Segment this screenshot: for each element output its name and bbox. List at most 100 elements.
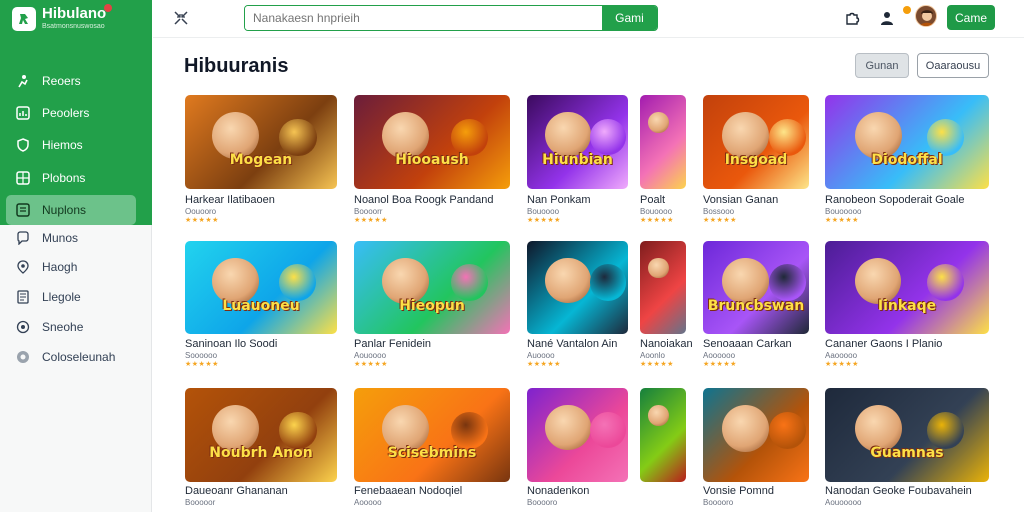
game-art-title: Bruncbswan — [707, 297, 805, 314]
game-thumbnail[interactable]: Mogean — [185, 95, 337, 189]
game-title[interactable]: Saninoan Ilo Soodi — [185, 338, 277, 350]
shield-icon — [16, 138, 30, 152]
game-thumbnail[interactable] — [527, 241, 628, 334]
game-title[interactable]: Cananer Gaons I Planio — [825, 338, 942, 350]
game-character-art — [545, 111, 591, 158]
game-character-art — [768, 118, 807, 157]
user-button[interactable] — [877, 8, 897, 28]
game-art-title: Hiooaush — [395, 152, 469, 169]
game-character-art — [450, 264, 488, 302]
game-art-title: Scisebmins — [387, 445, 477, 462]
game-title[interactable]: Panlar Fenidein — [354, 338, 431, 350]
sidebar-item-plobons[interactable]: Plobons — [6, 163, 136, 193]
game-title[interactable]: Ranobeon Sopoderait Goale — [825, 194, 964, 206]
pin-icon — [16, 260, 30, 274]
game-thumbnail[interactable]: Hiunbian — [527, 95, 628, 189]
game-thumbnail[interactable]: Hiooaush — [354, 95, 510, 189]
puzzle-button[interactable] — [842, 8, 862, 28]
game-thumbnail[interactable]: Hieopun — [354, 241, 510, 334]
game-title[interactable]: Nonadenkon — [527, 485, 589, 497]
game-thumbnail[interactable]: Diodoffal — [825, 95, 989, 189]
game-title[interactable]: Nanoiakan — [640, 338, 693, 350]
game-title[interactable]: Vonsian Ganan — [703, 194, 778, 206]
search-bar: Gami — [244, 5, 658, 31]
game-rating: ★★★★★ — [185, 361, 219, 368]
game-thumbnail[interactable] — [703, 388, 809, 482]
sidebar-item-label: Sneohe — [42, 320, 84, 334]
game-meta: Aoooooo — [703, 351, 736, 360]
game-thumbnail[interactable]: Luauoneu — [185, 241, 337, 334]
sidebar-item-label: Peoolers — [42, 106, 90, 120]
chat-icon — [16, 231, 30, 245]
game-character-art — [648, 404, 669, 426]
sidebar-item-nuplons[interactable]: Nuplons — [6, 195, 136, 225]
game-title[interactable]: Noanol Boa Roogk Pandand — [354, 194, 493, 206]
game-title[interactable]: Vonsie Pomnd — [703, 485, 774, 497]
game-rating: ★★★★★ — [354, 361, 388, 368]
game-thumbnail[interactable] — [640, 95, 686, 189]
game-title[interactable]: Nan Ponkam — [527, 194, 591, 206]
collapse-menu-button[interactable] — [171, 8, 191, 28]
game-meta: Booooor — [185, 498, 216, 507]
app-root: Hibulano Bsatmonsnuswosao Reoers Peooler… — [0, 0, 1024, 512]
game-art-title: Noubrh Anon — [209, 445, 313, 462]
user-icon — [881, 12, 893, 25]
game-art-title: Hiunbian — [542, 152, 613, 169]
game-meta: Aouooooo — [825, 498, 862, 507]
sidebar-item-label: Hiemos — [42, 138, 83, 152]
game-title[interactable]: Daueoanr Ghananan — [185, 485, 288, 497]
search-input[interactable] — [245, 6, 602, 30]
game-meta: Oouooro — [185, 207, 217, 216]
game-character-art — [722, 404, 770, 452]
game-thumbnail[interactable]: Noubrh Anon — [185, 388, 337, 482]
game-thumbnail[interactable]: Iinkaqe — [825, 241, 989, 334]
filter-button-secondary[interactable]: Oaaraousu — [917, 53, 989, 78]
game-art-title: Luauoneu — [222, 297, 300, 314]
game-meta: Aoonlo — [640, 351, 665, 360]
game-rating: ★★★★★ — [703, 361, 737, 368]
sidebar-item-label: Munos — [42, 231, 79, 245]
game-title[interactable]: Harkear Ilatibaoen — [185, 194, 275, 206]
help-icon — [16, 350, 30, 364]
avatar-face-icon — [919, 10, 935, 26]
filter-button-primary[interactable]: Gunan — [855, 53, 909, 78]
sidebar-item-munos[interactable]: Munos — [6, 223, 136, 253]
top-bar: Gami Came — [153, 0, 1024, 38]
game-art-title: Hieopun — [399, 297, 465, 314]
sidebar-item-peoolers[interactable]: Peoolers — [6, 98, 136, 128]
game-thumbnail[interactable]: Insgoad — [703, 95, 809, 189]
game-art-title: Guamnas — [870, 445, 944, 462]
game-thumbnail[interactable] — [640, 241, 686, 334]
sidebar-item-sneohe[interactable]: Sneohe — [6, 312, 136, 342]
game-title[interactable]: Nanodan Geoke Foubavahein — [825, 485, 972, 497]
game-title[interactable]: Nané Vantalon Ain — [527, 338, 617, 350]
list-icon — [16, 203, 30, 217]
avatar[interactable] — [915, 5, 937, 27]
game-character-art — [648, 111, 669, 133]
search-button[interactable]: Gami — [602, 6, 657, 30]
doc-icon — [16, 290, 30, 304]
sidebar-item-reoers[interactable]: Reoers — [6, 66, 136, 96]
sidebar-item-haogh[interactable]: Haogh — [6, 252, 136, 282]
game-thumbnail[interactable] — [640, 388, 686, 482]
game-title[interactable]: Fenebaaean Nodoqiel — [354, 485, 462, 497]
game-button[interactable]: Came — [947, 5, 995, 30]
game-title[interactable]: Senoaaan Carkan — [703, 338, 792, 350]
game-rating: ★★★★★ — [825, 217, 859, 224]
game-thumbnail[interactable]: Scisebmins — [354, 388, 510, 482]
puzzle-icon — [846, 12, 860, 25]
game-thumbnail[interactable]: Bruncbswan — [703, 241, 809, 334]
game-thumbnail[interactable]: Guamnas — [825, 388, 989, 482]
run-icon — [16, 74, 30, 88]
sidebar-item-hiemos[interactable]: Hiemos — [6, 130, 136, 160]
page-title: Hibuuranis — [184, 55, 289, 77]
game-meta: Bouoooo — [640, 207, 673, 216]
sidebar-item-label: Nuplons — [42, 203, 87, 217]
sidebar-item-coloseleunah[interactable]: Coloseleunah — [6, 342, 136, 372]
game-thumbnail[interactable] — [527, 388, 628, 482]
game-title[interactable]: Poalt — [640, 194, 665, 206]
brand[interactable]: Hibulano Bsatmonsnuswosao — [12, 6, 106, 31]
game-rating: ★★★★★ — [354, 217, 388, 224]
game-art-title: Mogean — [229, 152, 293, 169]
sidebar-item-llegole[interactable]: Llegole — [6, 282, 136, 312]
